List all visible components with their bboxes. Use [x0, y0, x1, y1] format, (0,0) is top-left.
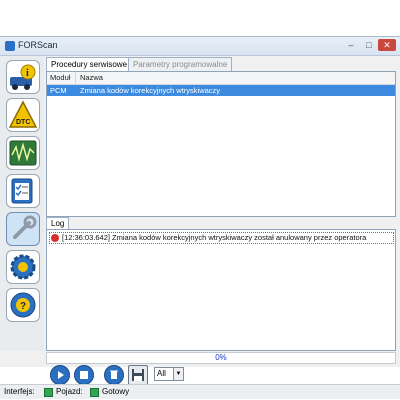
clear-log-button[interactable]: [104, 365, 124, 385]
interface-status-indicator: [44, 388, 53, 397]
svg-text:i: i: [26, 68, 29, 79]
save-log-button[interactable]: [128, 365, 148, 385]
error-icon: [51, 234, 59, 242]
table-row[interactable]: PCM Zmiana kodów korekcyjnych wtryskiwac…: [47, 85, 395, 96]
chevron-down-icon[interactable]: ▼: [173, 368, 183, 380]
sidebar: i DTC ?: [0, 56, 44, 351]
configuration-gear-icon: [10, 254, 36, 280]
vehicle-info-icon: i: [10, 64, 36, 90]
tab-log[interactable]: Log: [46, 217, 70, 229]
clear-icon: [110, 370, 118, 379]
vehicle-label: Pojazd:: [56, 387, 83, 396]
sidebar-item-oscilloscope[interactable]: [6, 136, 40, 170]
title-bar: FORScan – □ ✕: [0, 37, 400, 56]
dtc-icon: DTC: [8, 100, 38, 128]
log-entry-text: [12:36:03.642] Zmiana kodów korekcyjnych…: [62, 233, 367, 242]
log-filter-select[interactable]: All ▼: [154, 367, 184, 381]
log-filter-value: All: [157, 369, 166, 378]
status-bar: Interfejs: Pojazd: Gotowy: [0, 384, 400, 399]
stop-button[interactable]: [74, 365, 94, 385]
window-title: FORScan: [18, 40, 58, 50]
sidebar-item-tests[interactable]: [6, 174, 40, 208]
maximize-button[interactable]: □: [361, 39, 377, 51]
sidebar-item-vehicle-info[interactable]: i: [6, 60, 40, 94]
progress-label: 0%: [215, 353, 227, 362]
table-header: Moduł Nazwa: [47, 72, 395, 85]
progress-bar: 0%: [46, 352, 396, 364]
sidebar-item-dtc[interactable]: DTC: [6, 98, 40, 132]
vehicle-status-indicator: [90, 388, 99, 397]
oscilloscope-icon: [9, 140, 37, 166]
tests-checklist-icon: [11, 178, 33, 204]
sidebar-item-service[interactable]: [6, 212, 40, 246]
sidebar-item-configuration[interactable]: [6, 250, 40, 284]
column-header-module[interactable]: Moduł: [50, 73, 70, 82]
forscan-app-icon: [5, 41, 15, 51]
stop-icon: [80, 371, 88, 379]
row-procedure-name: Zmiana kodów korekcyjnych wtryskiwaczy: [80, 86, 221, 95]
interface-label: Interfejs:: [4, 387, 35, 396]
forscan-window: FORScan – □ ✕ i DTC ? Procedury serwisow…: [0, 36, 400, 399]
tab-service-procedures[interactable]: Procedury serwisowe: [46, 57, 133, 72]
minimize-button[interactable]: –: [343, 39, 359, 51]
column-separator: [75, 72, 76, 84]
column-header-name[interactable]: Nazwa: [80, 73, 103, 82]
close-button[interactable]: ✕: [378, 39, 396, 51]
row-module: PCM: [50, 86, 67, 95]
log-entry[interactable]: [12:36:03.642] Zmiana kodów korekcyjnych…: [49, 232, 394, 244]
sidebar-item-help[interactable]: ?: [6, 288, 40, 322]
start-button[interactable]: [50, 365, 70, 385]
log-panel: [12:36:03.642] Zmiana kodów korekcyjnych…: [46, 229, 396, 351]
help-icon: ?: [10, 292, 36, 318]
service-wrench-icon: [13, 215, 37, 239]
ready-status-text: Gotowy: [102, 387, 130, 396]
svg-text:?: ?: [20, 301, 26, 312]
save-disk-icon: [132, 369, 144, 381]
svg-text:DTC: DTC: [16, 119, 30, 126]
procedures-list: Moduł Nazwa PCM Zmiana kodów korekcyjnyc…: [46, 71, 396, 217]
play-icon: [58, 371, 64, 379]
tab-programmable-parameters[interactable]: Parametry programowalne: [128, 57, 233, 71]
